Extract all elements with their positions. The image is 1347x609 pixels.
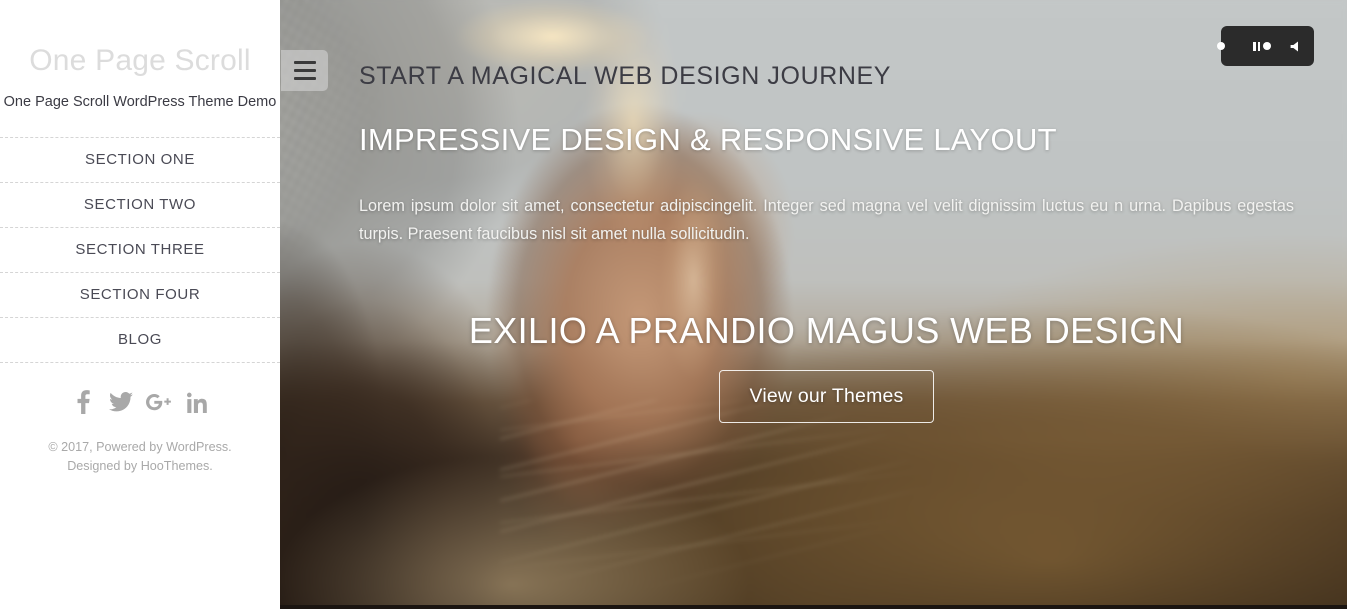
media-controls-panel[interactable] bbox=[1217, 26, 1314, 66]
pause-bar bbox=[1257, 41, 1260, 51]
hamburger-bar bbox=[293, 77, 316, 80]
pause-icon[interactable] bbox=[1253, 41, 1260, 51]
sidebar-item-section-one[interactable]: SECTION ONE bbox=[0, 138, 280, 183]
page-root: START A MAGICAL WEB DESIGN JOURNEY IMPRE… bbox=[0, 0, 1347, 609]
slider-handle-left[interactable] bbox=[1217, 42, 1225, 50]
copyright-text: © 2017, Powered by WordPress. Designed b… bbox=[48, 440, 232, 473]
hero-eyebrow: START A MAGICAL WEB DESIGN JOURNEY bbox=[359, 62, 892, 90]
hero-title: IMPRESSIVE DESIGN & RESPONSIVE LAYOUT bbox=[359, 121, 1057, 157]
site-title: One Page Scroll bbox=[29, 44, 251, 77]
hero-paragraph: Lorem ipsum dolor sit amet, consectetur … bbox=[359, 197, 1294, 244]
site-description: One Page Scroll WordPress Theme Demo bbox=[3, 94, 277, 110]
hero-big-heading: EXILIO A PRANDIO MAGUS WEB DESIGN bbox=[468, 309, 1185, 351]
sidebar-nav: SECTION ONE SECTION TWO SECTION THREE SE… bbox=[0, 137, 280, 363]
sidebar: One Page Scroll One Page Scroll WordPres… bbox=[0, 0, 280, 609]
facebook-icon[interactable] bbox=[70, 388, 96, 416]
google-plus-icon[interactable] bbox=[146, 388, 172, 416]
sidebar-item-section-two[interactable]: SECTION TWO bbox=[0, 183, 280, 228]
twitter-icon[interactable] bbox=[108, 388, 134, 416]
hero-content: START A MAGICAL WEB DESIGN JOURNEY IMPRE… bbox=[359, 0, 1294, 609]
sidebar-item-section-three[interactable]: SECTION THREE bbox=[0, 228, 280, 273]
view-themes-button[interactable]: View our Themes bbox=[719, 370, 934, 423]
speaker-icon[interactable] bbox=[1289, 40, 1302, 53]
hamburger-bar bbox=[293, 61, 316, 64]
pause-bar bbox=[1253, 41, 1256, 51]
sidebar-item-section-four[interactable]: SECTION FOUR bbox=[0, 273, 280, 318]
hamburger-icon[interactable] bbox=[281, 50, 328, 91]
slider-handle-mid[interactable] bbox=[1263, 42, 1271, 50]
hero-button-container: View our Themes bbox=[359, 370, 1294, 423]
social-links bbox=[0, 388, 280, 416]
hamburger-bar bbox=[293, 69, 316, 72]
sidebar-item-blog[interactable]: BLOG bbox=[0, 318, 280, 363]
linkedin-icon[interactable] bbox=[184, 388, 210, 416]
